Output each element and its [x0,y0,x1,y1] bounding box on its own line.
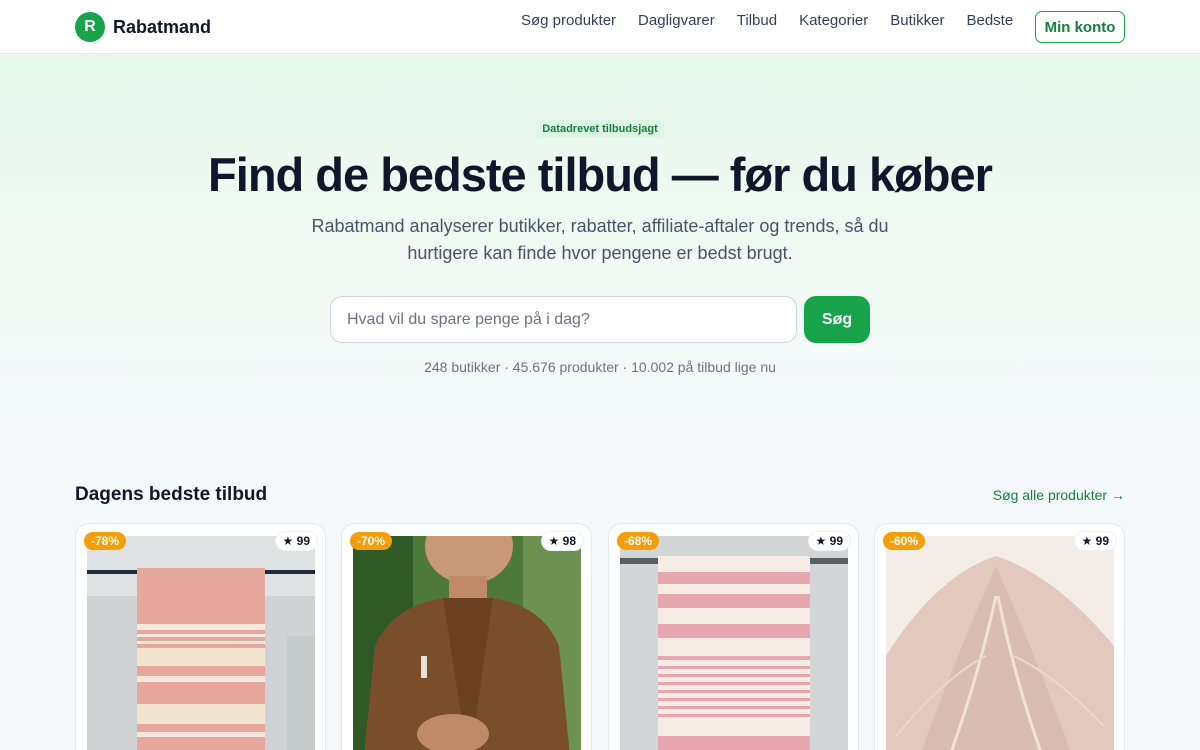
logo-icon: R [75,12,105,42]
product-image[interactable] [620,536,848,750]
search-button[interactable]: Søg [804,296,870,343]
deal-card[interactable]: -68% ★ 99 [608,523,859,750]
pink-striped-towel-image [87,536,315,750]
nav-item-stores[interactable]: Butikker [890,12,944,29]
top-header: R Rabatmand Søg produkter Dagligvarer Ti… [0,0,1200,54]
search-all-products-link[interactable]: Søg alle produkter → [993,487,1125,503]
deal-card[interactable]: -60% ★ 99 [874,523,1125,750]
rating-badge: ★ 99 [808,532,850,550]
brown-zip-sweater-image [353,536,581,750]
pink-striped-towel-rail-image [620,536,848,750]
rating-badge: ★ 99 [1074,532,1116,550]
discount-badge: -68% [617,532,660,550]
nav-item-search-products[interactable]: Søg produkter [521,12,616,29]
deal-card[interactable]: -78% ★ 99 [75,523,326,750]
brand-logo[interactable]: R Rabatmand [75,12,211,42]
rating-badge: ★ 99 [275,532,317,550]
product-image[interactable] [353,536,581,750]
site-stats: 248 butikker · 45.676 produkter · 10.002… [424,359,776,375]
discount-badge: -70% [350,532,393,550]
brand-name: Rabatmand [113,16,212,37]
nav-item-categories[interactable]: Kategorier [799,12,868,29]
nav-item-groceries[interactable]: Dagligvarer [638,12,715,29]
product-image[interactable] [886,536,1114,750]
hero-subtitle: Rabatmand analyserer butikker, rabatter,… [311,216,889,263]
deals-grid: -78% ★ 99 -70% ★ 98 -68% ★ 99 -60% ★ 99 [75,523,1125,750]
hero-section: Datadrevet tilbudsjagt Find de bedste ti… [0,55,1200,435]
rating-badge: ★ 98 [541,532,583,550]
hero-title: Find de bedste tilbud — før du køber [208,148,993,201]
deals-section-title: Dagens bedste tilbud [75,484,268,505]
search-input[interactable] [330,296,797,343]
nav-item-best[interactable]: Bedste [966,12,1013,29]
deal-card[interactable]: -70% ★ 98 [341,523,592,750]
main-nav: Søg produkter Dagligvarer Tilbud Kategor… [521,12,1035,29]
knitted-blanket-image [886,536,1114,750]
hero-badge: Datadrevet tilbudsjagt [536,120,664,138]
nav-item-offers[interactable]: Tilbud [737,12,777,29]
my-account-button[interactable]: Min konto [1035,11,1125,43]
discount-badge: -60% [883,532,926,550]
product-image[interactable] [87,536,315,750]
discount-badge: -78% [84,532,127,550]
